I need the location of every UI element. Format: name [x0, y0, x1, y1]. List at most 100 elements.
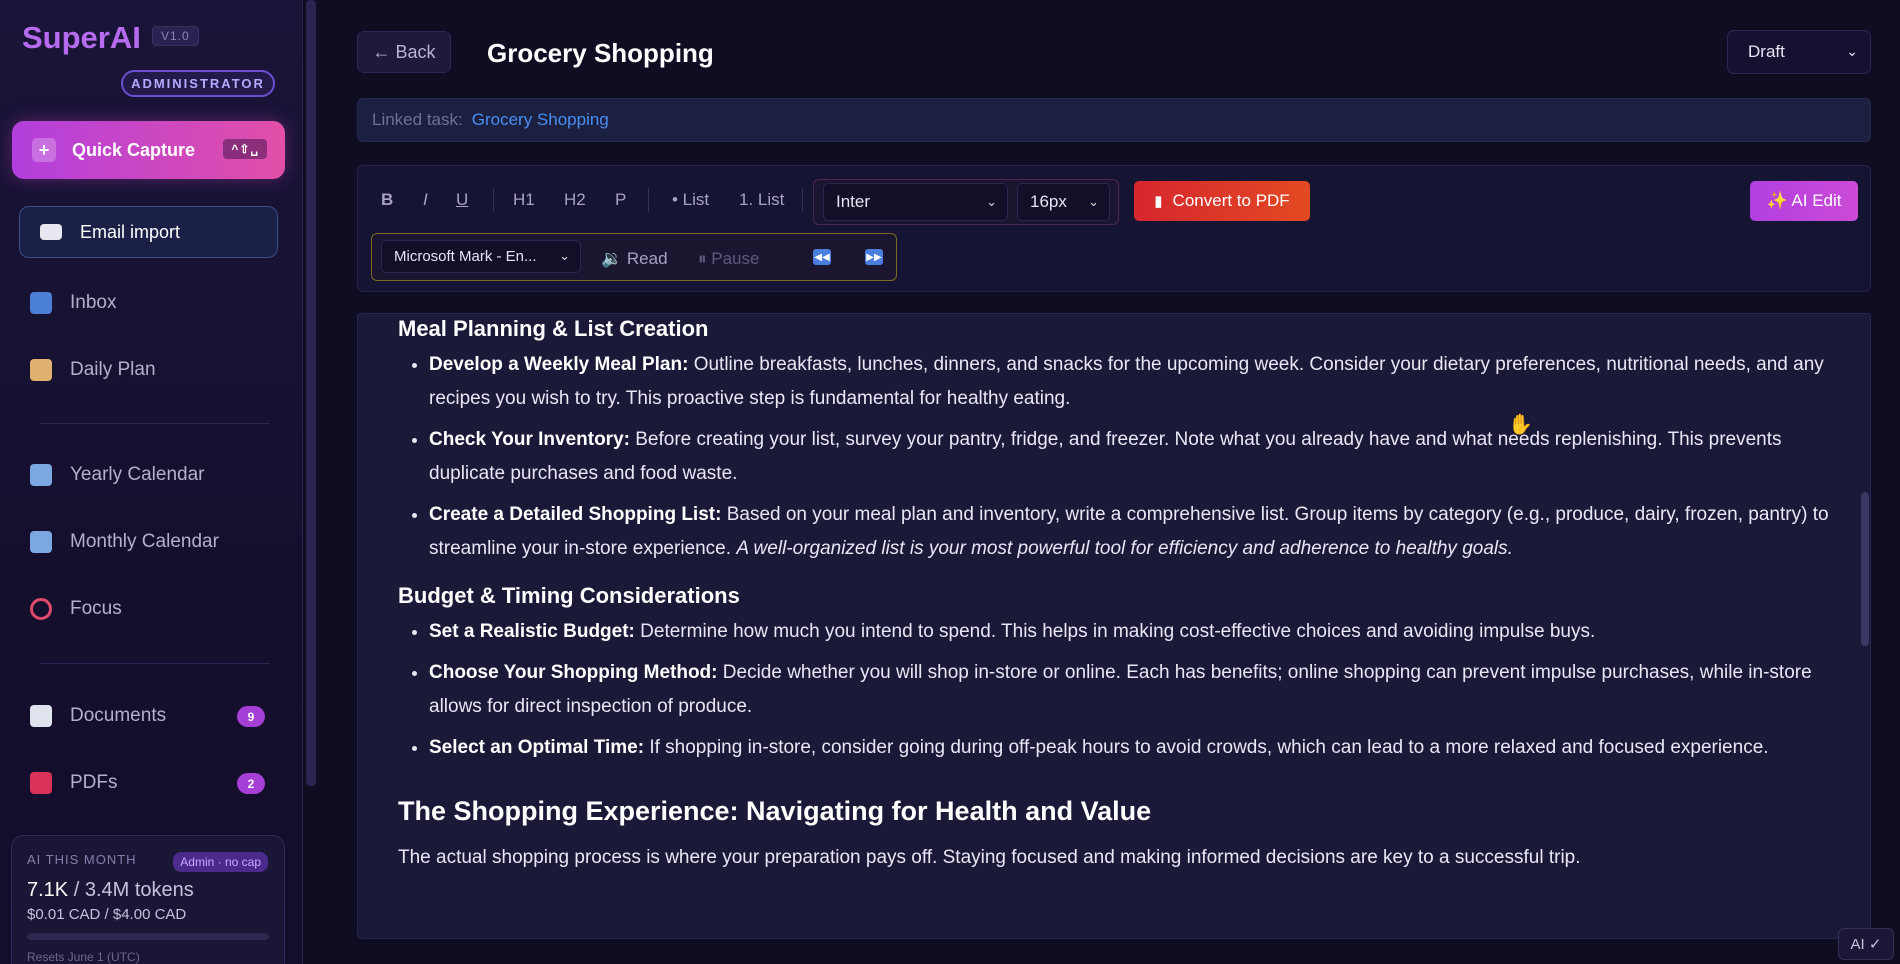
chevron-down-icon: ⌄: [1846, 43, 1858, 59]
calendar-icon: [30, 531, 52, 553]
sidebar-divider: [40, 423, 270, 424]
convert-to-pdf-button[interactable]: ▮ Convert to PDF: [1134, 181, 1310, 221]
h2-button[interactable]: H2: [564, 190, 586, 210]
document-content: Meal Planning & List Creation Develop a …: [398, 314, 1838, 875]
font-family-select[interactable]: Inter ⌄: [823, 183, 1008, 221]
tokens-total: / 3.4M tokens: [68, 879, 194, 901]
read-button[interactable]: 🔉 Read: [601, 249, 668, 269]
font-size-value: 16px: [1030, 192, 1067, 211]
linked-task-label: Linked task:: [372, 110, 463, 129]
list-item-term: Select an Optimal Time:: [429, 737, 645, 758]
paragraph-button[interactable]: P: [615, 190, 626, 210]
sidebar-divider: [40, 663, 270, 664]
version-badge: V1.0: [152, 26, 199, 46]
usage-reset: Resets June 1 (UTC): [27, 950, 140, 964]
ai-edit-button[interactable]: ✨ AI Edit: [1750, 181, 1858, 221]
list-item-emphasis: A well-organized list is your most power…: [736, 538, 1513, 559]
list-item: Select an Optimal Time: If shopping in-s…: [429, 731, 1838, 765]
chevron-down-icon: ⌄: [559, 248, 570, 263]
sidebar-item-label: Daily Plan: [70, 359, 156, 380]
back-button[interactable]: ← Back: [357, 31, 451, 73]
list-item: Create a Detailed Shopping List: Based o…: [429, 498, 1838, 566]
document-icon: ▮: [1154, 193, 1163, 210]
pause-label: Pause: [711, 249, 760, 268]
h1-button[interactable]: H1: [513, 190, 535, 210]
linked-task-bar: Linked task: Grocery Shopping: [357, 98, 1871, 142]
bold-button[interactable]: B: [381, 190, 393, 210]
list-item-text: Determine how much you intend to spend. …: [634, 621, 1596, 642]
list-item-term: Create a Detailed Shopping List:: [429, 504, 722, 525]
list-item-term: Check Your Inventory:: [429, 429, 630, 450]
document-icon: [30, 705, 52, 727]
hand-cursor-icon: ✋: [1508, 414, 1533, 436]
envelope-icon: [40, 224, 62, 240]
sidebar-item-pdfs[interactable]: PDFs 2: [30, 763, 280, 803]
quick-capture-button[interactable]: + Quick Capture ^⇧␣: [12, 121, 285, 179]
bullet-list-button[interactable]: • List: [672, 190, 709, 210]
email-import-label: Email import: [80, 221, 181, 242]
sidebar-item-label: Focus: [70, 598, 122, 619]
list-item-text: Before creating your list, survey your p…: [429, 429, 1782, 484]
list-item: Set a Realistic Budget: Determine how mu…: [429, 615, 1838, 649]
numbered-list-button[interactable]: 1. List: [739, 190, 784, 210]
sidebar-item-focus[interactable]: Focus: [30, 589, 280, 629]
brand-logo[interactable]: SuperAI: [22, 20, 141, 56]
sidebar-item-inbox[interactable]: Inbox: [30, 283, 280, 323]
paragraph: The actual shopping process is where you…: [398, 847, 1581, 868]
font-family-value: Inter: [836, 192, 871, 211]
font-controls: Inter ⌄ 16px ⌄: [813, 179, 1119, 225]
list-item-text: If shopping in-store, consider going dur…: [644, 737, 1769, 758]
usage-progress-bar: [27, 933, 269, 940]
usage-tokens: 7.1K / 3.4M tokens: [27, 879, 269, 902]
sidebar: SuperAI V1.0 ADMINISTRATOR + Quick Captu…: [0, 0, 303, 964]
bullet-list: Set a Realistic Budget: Determine how mu…: [429, 615, 1838, 765]
quick-capture-label: Quick Capture: [72, 139, 196, 160]
sidebar-item-documents[interactable]: Documents 9: [30, 696, 280, 736]
tokens-used: 7.1K: [27, 879, 69, 901]
ai-status-indicator[interactable]: AI ✓: [1838, 928, 1894, 960]
page-title: Grocery Shopping: [487, 38, 714, 68]
editor-scrollbar[interactable]: [1861, 492, 1869, 646]
section-heading: Budget & Timing Considerations: [398, 583, 740, 608]
underline-button[interactable]: U: [456, 190, 468, 210]
linked-task-link[interactable]: Grocery Shopping: [472, 110, 609, 130]
sidebar-item-label: Monthly Calendar: [70, 531, 219, 552]
plus-icon: +: [32, 138, 56, 162]
list-item: Check Your Inventory: Before creating yo…: [429, 423, 1838, 491]
inbox-icon: [30, 292, 52, 314]
list-item-term: Set a Realistic Budget:: [429, 621, 635, 642]
voice-value: Microsoft Mark - En...: [394, 248, 537, 265]
font-size-select[interactable]: 16px ⌄: [1017, 183, 1110, 221]
usage-cost: $0.01 CAD / $4.00 CAD: [27, 906, 187, 923]
list-item: Develop a Weekly Meal Plan: Outline brea…: [429, 348, 1838, 416]
sidebar-item-label: Yearly Calendar: [70, 464, 205, 485]
rewind-icon[interactable]: ◀◀: [813, 249, 831, 265]
main-heading: The Shopping Experience: Navigating for …: [398, 796, 1152, 826]
usage-tag: Admin · no cap: [173, 852, 268, 872]
chevron-down-icon: ⌄: [1088, 194, 1099, 209]
sidebar-scrollbar[interactable]: [306, 0, 316, 786]
sidebar-item-daily-plan[interactable]: Daily Plan: [30, 350, 280, 390]
count-badge: 2: [237, 773, 265, 794]
convert-to-pdf-label: Convert to PDF: [1172, 191, 1290, 210]
email-import-button[interactable]: Email import: [19, 206, 278, 258]
role-badge: ADMINISTRATOR: [121, 70, 275, 97]
bullet-list: Develop a Weekly Meal Plan: Outline brea…: [429, 348, 1838, 566]
shortcut-hint: ^⇧␣: [223, 139, 267, 159]
sidebar-item-monthly-calendar[interactable]: Monthly Calendar: [30, 522, 280, 562]
speaker-icon: 🔉: [601, 249, 627, 268]
status-select[interactable]: Draft ⌄: [1727, 30, 1871, 74]
sidebar-item-yearly-calendar[interactable]: Yearly Calendar: [30, 455, 280, 495]
list-item-term: Choose Your Shopping Method:: [429, 662, 718, 683]
voice-select[interactable]: Microsoft Mark - En... ⌄: [381, 240, 581, 273]
italic-button[interactable]: I: [423, 190, 428, 210]
sidebar-item-label: PDFs: [70, 772, 118, 793]
pause-button[interactable]: ⏸ Pause: [698, 249, 759, 269]
text-to-speech-controls: Microsoft Mark - En... ⌄ 🔉 Read ⏸ Pause …: [371, 233, 897, 281]
fast-forward-icon[interactable]: ▶▶: [865, 249, 883, 265]
chevron-down-icon: ⌄: [986, 194, 997, 209]
document-editor[interactable]: Meal Planning & List Creation Develop a …: [357, 313, 1871, 939]
toolbar-separator: [802, 188, 803, 212]
read-label: Read: [626, 249, 668, 268]
editor-toolbar: B I U H1 H2 P • List 1. List Inter ⌄ 16p…: [357, 165, 1871, 292]
